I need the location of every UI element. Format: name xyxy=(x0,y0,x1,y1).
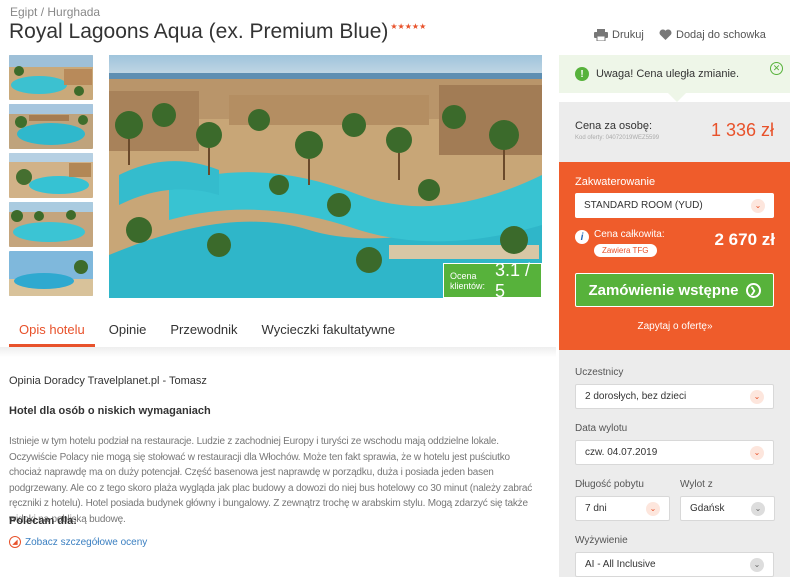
preliminary-order-button[interactable]: Zamówienie wstępne ❯ xyxy=(575,273,774,307)
departure-date-label: Data wylotu xyxy=(575,423,628,434)
stay-length-group: Długość pobytu 7 dni ⌄ xyxy=(575,479,670,535)
board-value: AI - All Inclusive xyxy=(585,559,656,570)
accommodation-label: Zakwaterowanie xyxy=(575,176,656,188)
board-label: Wyżywienie xyxy=(575,535,628,546)
rating-label: Ocena klientów: xyxy=(450,271,485,291)
chart-icon: ◢ xyxy=(9,536,21,548)
alert-pointer xyxy=(668,93,686,102)
thumbnail-strip xyxy=(9,55,93,300)
print-button[interactable]: Drukuj xyxy=(594,29,644,41)
favorite-label: Dodaj do schowka xyxy=(676,29,766,41)
price-change-alert: ! Uwaga! Cena uległa zmianie. ✕ xyxy=(559,55,790,93)
chevron-down-icon: ⌄ xyxy=(751,501,765,516)
room-select-value: STANDARD ROOM (YUD) xyxy=(584,200,703,211)
price-per-person-box: Cena za osobę: Kod oferty: 04072019WEZ55… xyxy=(559,102,790,162)
chevron-down-icon: ⌄ xyxy=(750,557,764,572)
thumbnail-2[interactable] xyxy=(9,104,93,149)
recommend-heading: Polecam dla: xyxy=(9,515,77,527)
tab-hotel-description[interactable]: Opis hotelu xyxy=(9,315,95,347)
rating-label-line1: Ocena xyxy=(450,270,477,281)
departure-airport-group: Wylot z Gdańsk ⌄ xyxy=(680,479,775,535)
hotel-offer-page: Egipt / Hurghada Royal Lagoons Aqua (ex.… xyxy=(0,0,790,577)
customer-rating-box: Ocena klientów: 3.1 / 5 xyxy=(443,260,542,301)
stay-length-select[interactable]: 7 dni ⌄ xyxy=(575,496,670,521)
breadcrumb-separator: / xyxy=(40,5,45,19)
chevron-down-icon: ⌄ xyxy=(646,501,660,516)
alert-text: Uwaga! Cena uległa zmianie. xyxy=(596,68,740,80)
breadcrumb: Egipt / Hurghada xyxy=(10,5,100,19)
total-price-info: i Cena całkowita: Zawiera TFG xyxy=(575,229,665,258)
ask-about-offer-link[interactable]: Zapytaj o ofertę» xyxy=(575,321,775,332)
departure-airport-label: Wylot z xyxy=(680,479,713,490)
description-subtitle: Hotel dla osób o niskich wymaganiach xyxy=(9,405,211,417)
description-body: Istnieje w tym hotelu podział na restaur… xyxy=(9,436,532,525)
stay-length-label: Długość pobytu xyxy=(575,479,644,490)
tabs-shadow xyxy=(0,347,556,357)
chevron-down-icon: ⌄ xyxy=(750,389,764,404)
printer-icon xyxy=(594,29,608,41)
hotel-main-photo[interactable] xyxy=(109,55,542,298)
departure-airport-value: Gdańsk xyxy=(690,503,725,514)
price-value: 1 336 zł xyxy=(710,120,774,140)
chevron-down-icon: ⌄ xyxy=(751,198,765,213)
participants-label: Uczestnicy xyxy=(575,367,624,378)
tab-excursions[interactable]: Wycieczki fakultatywne xyxy=(252,315,406,347)
departure-date-select[interactable]: czw. 04.07.2019 ⌄ xyxy=(575,440,774,465)
rating-label-line2: klientów: xyxy=(450,280,486,291)
total-price-value: 2 670 zł xyxy=(714,230,776,249)
participants-select[interactable]: 2 dorosłych, bez dzieci ⌄ xyxy=(575,384,774,409)
close-icon[interactable]: ✕ xyxy=(770,62,783,75)
room-select[interactable]: STANDARD ROOM (YUD) ⌄ xyxy=(575,193,774,218)
arrow-right-icon: ❯ xyxy=(745,282,761,298)
breadcrumb-city[interactable]: Hurghada xyxy=(47,5,100,19)
heart-icon xyxy=(659,29,672,40)
chevron-down-icon: ⌄ xyxy=(750,445,764,460)
breadcrumb-country[interactable]: Egipt xyxy=(10,5,37,19)
departure-date-value: czw. 04.07.2019 xyxy=(585,447,658,458)
detailed-scores-link[interactable]: ◢ Zobacz szczegółowe oceny xyxy=(9,536,147,548)
total-price-label: Cena całkowita: xyxy=(594,229,665,240)
tab-reviews[interactable]: Opinie xyxy=(99,315,157,347)
add-to-favorites-button[interactable]: Dodaj do schowka xyxy=(659,29,766,41)
order-button-label: Zamówienie wstępne xyxy=(588,281,739,299)
tab-bar: Opis hotelu Opinie Przewodnik Wycieczki … xyxy=(9,315,549,347)
hotel-stars: ★★★★★ xyxy=(390,22,427,31)
thumbnail-4[interactable] xyxy=(9,202,93,247)
booking-panel: Zakwaterowanie STANDARD ROOM (YUD) ⌄ i C… xyxy=(559,162,790,350)
exclamation-icon: ! xyxy=(575,67,589,81)
thumbnail-3[interactable] xyxy=(9,153,93,198)
detailed-scores-label: Zobacz szczegółowe oceny xyxy=(25,536,148,548)
page-title: Royal Lagoons Aqua (ex. Premium Blue) ★★★… xyxy=(9,20,426,44)
tfg-badge: Zawiera TFG xyxy=(594,244,657,257)
advisor-heading: Opinia Doradcy Travelplanet.pl - Tomasz xyxy=(9,375,207,387)
total-price-row: i Cena całkowita: Zawiera TFG 2 670 zł xyxy=(575,229,775,258)
print-label: Drukuj xyxy=(612,29,644,41)
info-icon[interactable]: i xyxy=(575,230,589,244)
tab-guide[interactable]: Przewodnik xyxy=(160,315,247,347)
departure-airport-select[interactable]: Gdańsk ⌄ xyxy=(680,496,775,521)
hotel-name: Royal Lagoons Aqua (ex. Premium Blue) xyxy=(9,20,389,43)
board-select[interactable]: AI - All Inclusive ⌄ xyxy=(575,552,774,577)
thumbnail-5[interactable] xyxy=(9,251,93,296)
trip-filters-panel: Uczestnicy 2 dorosłych, bez dzieci ⌄ Dat… xyxy=(559,350,790,577)
rating-value: 3.1 / 5 xyxy=(495,259,531,301)
stay-and-origin-row: Długość pobytu 7 dni ⌄ Wylot z Gdańsk ⌄ xyxy=(575,479,775,535)
stay-length-value: 7 dni xyxy=(585,503,607,514)
thumbnail-1[interactable] xyxy=(9,55,93,100)
participants-value: 2 dorosłych, bez dzieci xyxy=(585,391,687,402)
